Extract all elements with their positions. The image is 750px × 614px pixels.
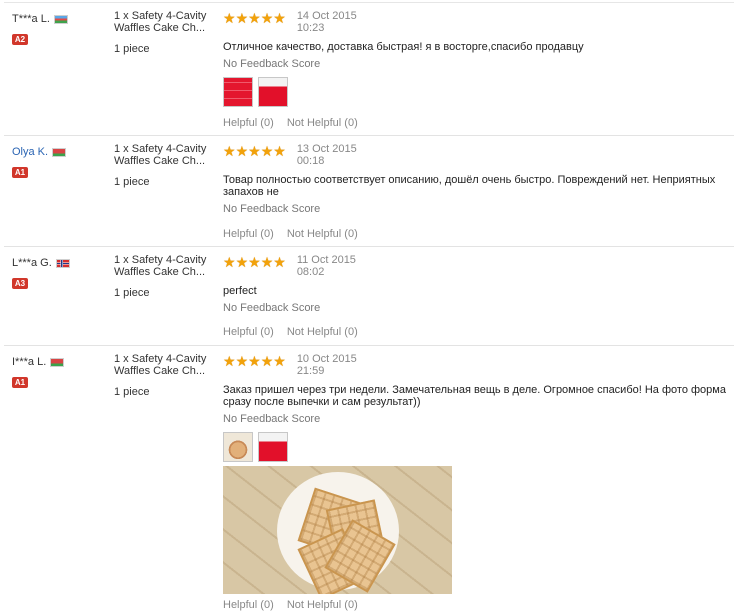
feedback: ★ ★ ★ ★ ★ 14 Oct 2015 10:23 Отличное качеств… (223, 10, 733, 107)
star-icon: ★ (223, 254, 236, 270)
reviewer-name: I***a L. (12, 356, 47, 368)
quantity: 1 piece (114, 176, 150, 188)
product-name: 1 x Safety 4-Cavity Waffles Cake Ch... (114, 254, 207, 278)
photo-thumbnail[interactable] (223, 432, 253, 462)
feedback: ★ ★ ★ ★ ★ 10 Oct 2015 21:59 Заказ пришел чер… (223, 353, 733, 594)
feedback-score: No Feedback Score (223, 203, 321, 215)
reviewer-info: L***a G. A3 (12, 257, 112, 289)
star-icon: ★ (223, 143, 236, 159)
review-photos (223, 432, 733, 462)
feedback-score: No Feedback Score (223, 58, 321, 70)
not-helpful-link[interactable]: Not Helpful (0) (287, 117, 358, 129)
star-icon: ★ (235, 353, 249, 369)
rating-stars: ★ ★ ★ ★ ★ (223, 354, 286, 368)
star-icon: ★ (235, 254, 249, 270)
star-icon: ★ (235, 143, 249, 159)
feedback-score: No Feedback Score (223, 302, 321, 314)
review-item: I***a L. A1 1 x Safety 4-Cavity Waffles … (4, 346, 734, 614)
product-info: 1 x Safety 4-Cavity Waffles Cake Ch... 1… (114, 143, 219, 188)
product-name: 1 x Safety 4-Cavity Waffles Cake Ch... (114, 10, 207, 34)
star-icon: ★ (235, 10, 249, 26)
reviewer-info: I***a L. A1 (12, 356, 112, 388)
review-item: L***a G. A3 1 x Safety 4-Cavity Waffles … (4, 247, 734, 346)
review-item: T***a L. A2 1 x Safety 4-Cavity Waffles … (4, 3, 734, 136)
star-icon: ★ (273, 254, 286, 270)
star-icon: ★ (273, 143, 286, 159)
star-icon: ★ (260, 254, 274, 270)
star-icon: ★ (248, 254, 261, 270)
helpful-actions: Helpful (0) Not Helpful (0) (223, 228, 368, 240)
review-photos (223, 77, 733, 107)
rating-stars: ★ ★ ★ ★ ★ (223, 144, 286, 158)
reviewer-name[interactable]: Olya K. (12, 146, 48, 158)
quantity: 1 piece (114, 287, 150, 299)
review-comment: Заказ пришел через три недели. Замечател… (223, 384, 726, 408)
product-info: 1 x Safety 4-Cavity Waffles Cake Ch... 1… (114, 353, 219, 398)
review-item: Olya K. A1 1 x Safety 4-Cavity Waffles C… (4, 136, 734, 247)
review-date: 11 Oct 2015 08:02 (296, 254, 356, 278)
product-info: 1 x Safety 4-Cavity Waffles Cake Ch... 1… (114, 10, 219, 55)
star-icon: ★ (248, 353, 261, 369)
not-helpful-link[interactable]: Not Helpful (0) (287, 599, 358, 611)
buyer-level-badge: A3 (12, 278, 28, 289)
feedback: ★ ★ ★ ★ ★ 11 Oct 2015 08:02 perfect No Feedb… (223, 254, 733, 314)
review-comment: Товар полностью соответствует описанию, … (223, 174, 716, 198)
rating-stars: ★ ★ ★ ★ ★ (223, 11, 286, 25)
reviewer-name: T***a L. (12, 13, 50, 25)
photo-thumbnail[interactable] (223, 77, 253, 107)
review-date: 13 Oct 2015 00:18 (296, 143, 357, 167)
helpful-link[interactable]: Helpful (0) (223, 117, 274, 129)
product-info: 1 x Safety 4-Cavity Waffles Cake Ch... 1… (114, 254, 219, 299)
buyer-level-badge: A2 (12, 34, 28, 45)
helpful-link[interactable]: Helpful (0) (223, 326, 274, 338)
helpful-actions: Helpful (0) Not Helpful (0) (223, 599, 368, 611)
not-helpful-link[interactable]: Not Helpful (0) (287, 326, 358, 338)
star-icon: ★ (260, 10, 274, 26)
star-icon: ★ (260, 143, 274, 159)
star-icon: ★ (273, 10, 286, 26)
buyer-level-badge: A1 (12, 167, 28, 178)
star-icon: ★ (248, 10, 261, 26)
review-date: 14 Oct 2015 10:23 (296, 10, 357, 34)
not-helpful-link[interactable]: Not Helpful (0) (287, 228, 358, 240)
quantity: 1 piece (114, 43, 150, 55)
helpful-actions: Helpful (0) Not Helpful (0) (223, 326, 368, 338)
country-flag-icon (55, 258, 70, 268)
country-flag-icon (52, 147, 67, 157)
reviewer-info: Olya K. A1 (12, 146, 112, 178)
country-flag-icon (53, 14, 68, 24)
product-name: 1 x Safety 4-Cavity Waffles Cake Ch... (114, 143, 207, 167)
star-icon: ★ (260, 353, 274, 369)
feedback: ★ ★ ★ ★ ★ 13 Oct 2015 00:18 Товар полностью … (223, 143, 733, 215)
photo-thumbnail[interactable] (258, 432, 288, 462)
country-flag-icon (50, 357, 65, 367)
quantity: 1 piece (114, 386, 150, 398)
product-name: 1 x Safety 4-Cavity Waffles Cake Ch... (114, 353, 207, 377)
star-icon: ★ (223, 353, 236, 369)
review-comment: perfect (223, 285, 257, 297)
helpful-link[interactable]: Helpful (0) (223, 228, 274, 240)
photo-thumbnail[interactable] (258, 77, 288, 107)
helpful-link[interactable]: Helpful (0) (223, 599, 274, 611)
helpful-actions: Helpful (0) Not Helpful (0) (223, 117, 368, 129)
star-icon: ★ (223, 10, 236, 26)
rating-stars: ★ ★ ★ ★ ★ (223, 255, 286, 269)
feedback-score: No Feedback Score (223, 413, 321, 425)
review-comment: Отличное качество, доставка быстрая! я в… (223, 41, 584, 53)
review-date: 10 Oct 2015 21:59 (296, 353, 357, 377)
expanded-review-photo[interactable] (223, 466, 452, 594)
star-icon: ★ (248, 143, 261, 159)
reviewer-info: T***a L. A2 (12, 13, 112, 45)
star-icon: ★ (273, 353, 286, 369)
buyer-level-badge: A1 (12, 377, 28, 388)
reviewer-name: L***a G. (12, 257, 52, 269)
